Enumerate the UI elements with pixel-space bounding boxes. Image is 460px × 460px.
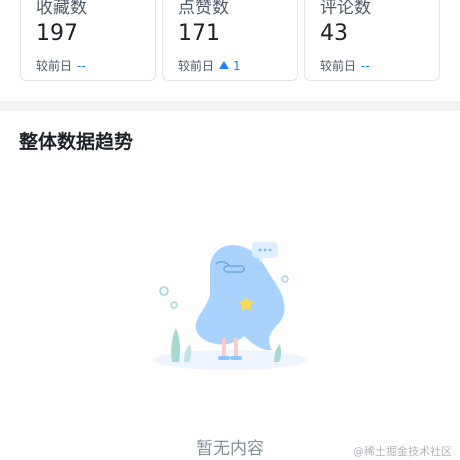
compare-delta-value: 1 — [233, 59, 241, 73]
stat-value: 197 — [36, 21, 78, 46]
compare-delta: 1 — [219, 59, 241, 73]
stat-title: 收藏数 — [36, 0, 87, 18]
compare-label: 较前日 — [178, 59, 215, 73]
arrow-up-icon — [219, 61, 230, 69]
stat-title: 评论数 — [320, 0, 371, 18]
section-title: 整体数据趋势 — [19, 131, 134, 153]
compare-label: 较前日 — [36, 59, 73, 73]
watermark: @稀土掘金技术社区 — [353, 445, 452, 458]
compare-label: 较前日 — [320, 59, 357, 73]
stat-compare: 较前日 1 — [178, 57, 241, 74]
stat-title: 点赞数 — [178, 0, 229, 18]
section-divider — [0, 101, 460, 111]
stats-row: 收藏数 197 较前日 -- 点赞数 171 较前日 1 评论数 43 较前日 -- — [0, 0, 460, 100]
stat-compare: 较前日 -- — [320, 57, 370, 74]
stat-value: 171 — [178, 21, 220, 46]
stat-card-likes[interactable]: 点赞数 171 较前日 1 — [162, 0, 298, 81]
empty-ghost-illustration — [154, 242, 306, 370]
stat-card-favorites[interactable]: 收藏数 197 较前日 -- — [20, 0, 156, 81]
stat-value: 43 — [320, 21, 348, 46]
compare-delta: -- — [361, 59, 370, 73]
compare-delta: -- — [77, 59, 86, 73]
stat-compare: 较前日 -- — [36, 57, 86, 74]
stat-card-comments[interactable]: 评论数 43 较前日 -- — [304, 0, 440, 81]
